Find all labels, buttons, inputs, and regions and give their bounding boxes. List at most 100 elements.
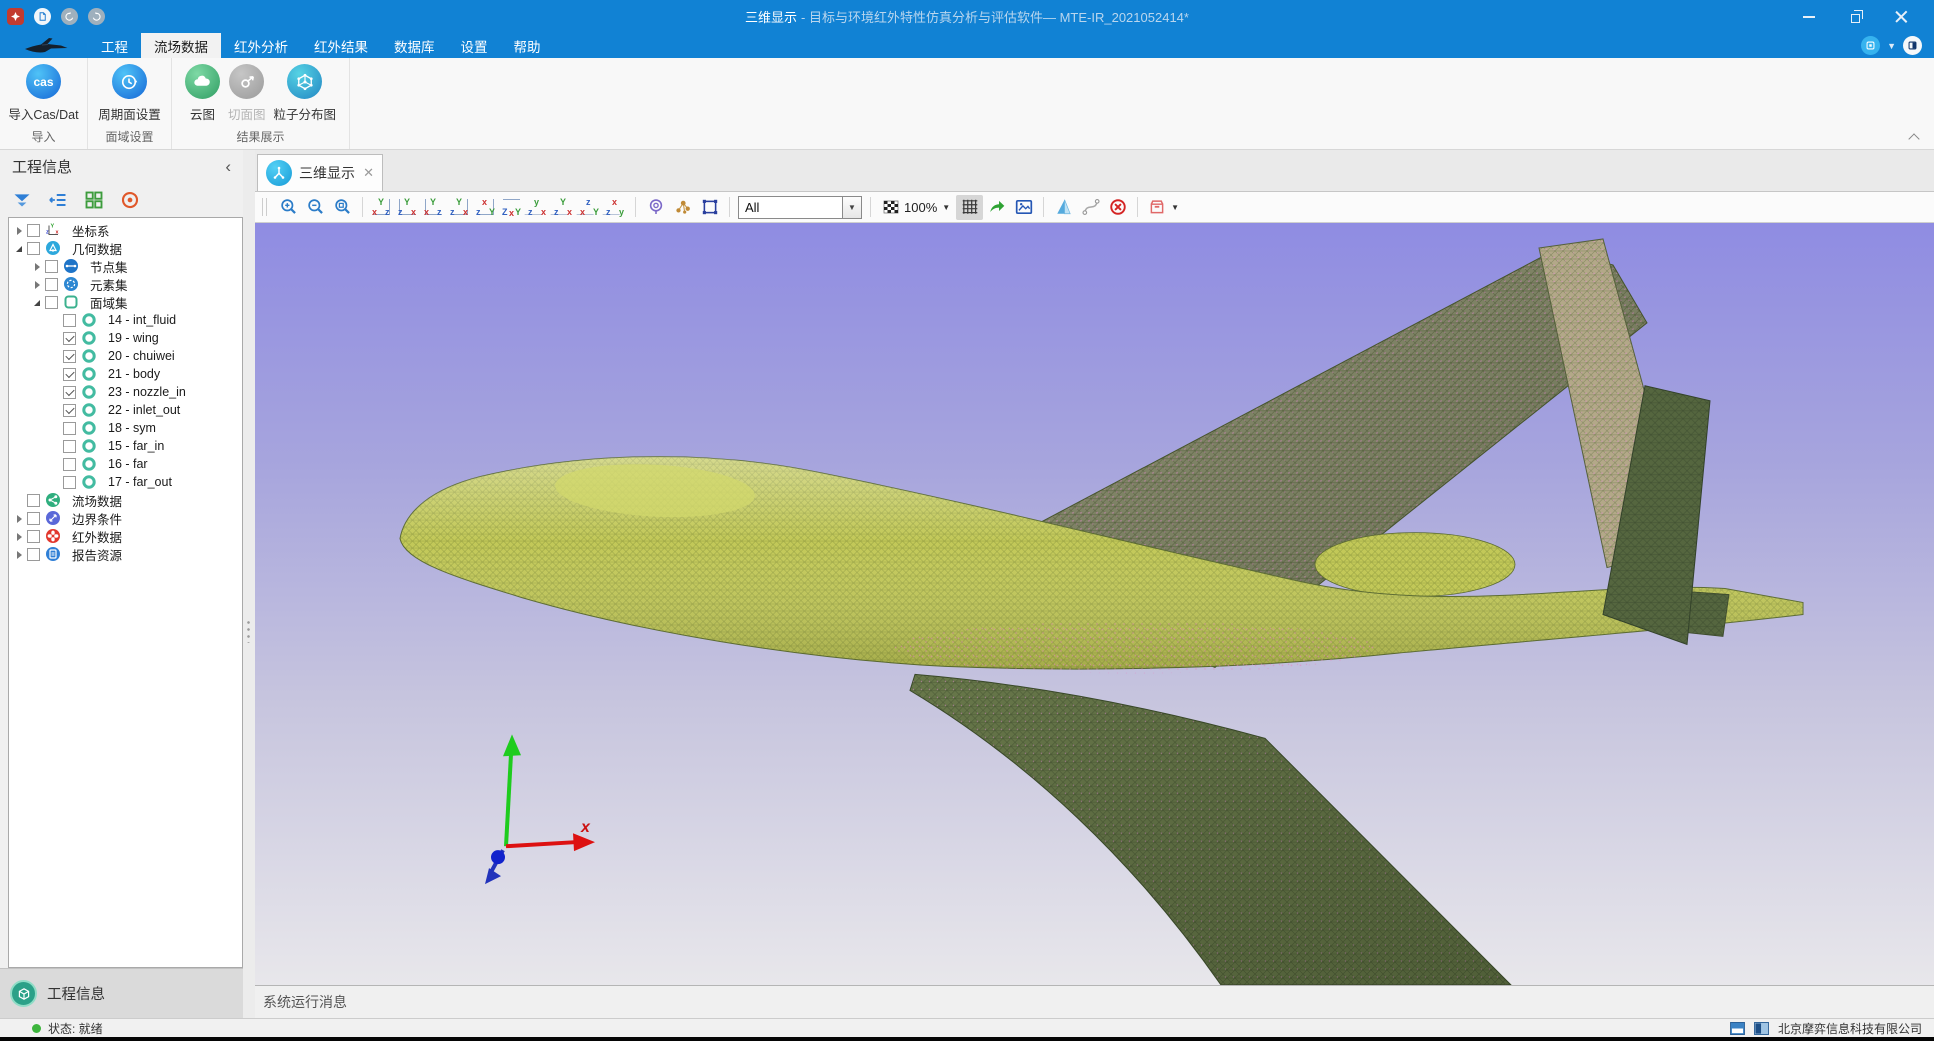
close-tab-icon[interactable]: ✕: [363, 165, 374, 181]
new-file-button[interactable]: [34, 8, 51, 25]
tree-checkbox[interactable]: [63, 422, 76, 435]
view-front-button[interactable]: Yxz: [369, 195, 395, 220]
tree-item-flow-field-data[interactable]: 流场数据: [9, 491, 242, 509]
tree-checkbox[interactable]: [63, 314, 76, 327]
tree-item-node-set[interactable]: 节点集: [9, 257, 242, 275]
tab-help[interactable]: 帮助: [501, 33, 554, 58]
window-layout-icon-1[interactable]: [1730, 1022, 1745, 1035]
tree-checkbox[interactable]: [27, 494, 40, 507]
view-left-button[interactable]: Yxz: [421, 195, 447, 220]
zoom-fit-button[interactable]: [329, 195, 356, 220]
tree-item-22-inlet-out[interactable]: 22 - inlet_out: [9, 401, 242, 419]
periodic-face-button[interactable]: 周期面设置: [94, 62, 165, 149]
tree-item-coordinate-system[interactable]: 坐标系: [9, 221, 242, 239]
maximize-button[interactable]: [1848, 9, 1862, 25]
view-top-button[interactable]: xzY: [473, 195, 499, 220]
import-cas-dat-button[interactable]: cas 导入Cas/Dat: [4, 62, 82, 149]
toolbar-drag-handle[interactable]: [262, 198, 267, 216]
chevron-down-icon[interactable]: ▼: [842, 197, 861, 218]
tree-item-19-wing[interactable]: 19 - wing: [9, 329, 242, 347]
panel-splitter[interactable]: [243, 150, 255, 1018]
mirror-view-button[interactable]: [1050, 195, 1077, 220]
tree-item-20-chuiwei[interactable]: 20 - chuiwei: [9, 347, 242, 365]
tree-expander-icon[interactable]: [14, 225, 25, 236]
tree-item-17-far-out[interactable]: 17 - far_out: [9, 473, 242, 491]
tab-ir-results[interactable]: 红外结果: [301, 33, 381, 58]
tree-item-21-body[interactable]: 21 - body: [9, 365, 242, 383]
expand-tree-button[interactable]: [46, 189, 69, 212]
view-right-button[interactable]: Yzx: [447, 195, 473, 220]
view-back-button[interactable]: Yzx: [395, 195, 421, 220]
section-box-button[interactable]: ▼: [1144, 198, 1183, 216]
panel-footer-tab[interactable]: 工程信息: [0, 968, 243, 1018]
tree-expander-icon[interactable]: [32, 279, 43, 290]
tree-checkbox[interactable]: [45, 278, 58, 291]
tree-item-boundary-conditions[interactable]: 边界条件: [9, 509, 242, 527]
tree-item-report-resources[interactable]: 报告资源: [9, 545, 242, 563]
clear-results-button[interactable]: [1104, 195, 1131, 220]
view-iso-4-button[interactable]: xzy: [603, 195, 629, 220]
zoom-in-button[interactable]: [275, 195, 302, 220]
tab-3d-view[interactable]: 三维显示 ✕: [257, 154, 383, 191]
tree-item-face-set[interactable]: 面域集: [9, 293, 242, 311]
filter-button[interactable]: [10, 189, 33, 212]
tree-checkbox[interactable]: [63, 458, 76, 471]
tree-expander-icon[interactable]: [14, 243, 25, 254]
tree-item-18-sym[interactable]: 18 - sym: [9, 419, 242, 437]
opacity-control[interactable]: 100%▼: [877, 199, 956, 215]
tree-checkbox[interactable]: [63, 350, 76, 363]
display-filter-combo[interactable]: All▼: [738, 196, 862, 219]
tree-item-infrared-data[interactable]: 红外数据: [9, 527, 242, 545]
tree-checkbox[interactable]: [45, 260, 58, 273]
app-icon[interactable]: [7, 8, 24, 25]
workspace-button[interactable]: [1861, 36, 1880, 55]
tree-item-16-far[interactable]: 16 - far: [9, 455, 242, 473]
particle-trace-button[interactable]: [669, 195, 696, 220]
tree-checkbox[interactable]: [63, 332, 76, 345]
group-view-button[interactable]: [82, 189, 105, 212]
export-view-button[interactable]: [983, 195, 1010, 220]
tree-checkbox[interactable]: [27, 530, 40, 543]
tree-item-element-set[interactable]: 元素集: [9, 275, 242, 293]
tree-checkbox[interactable]: [27, 242, 40, 255]
probe-button[interactable]: [642, 195, 669, 220]
viewport-3d[interactable]: x: [255, 223, 1934, 986]
view-bottom-button[interactable]: ZYx: [499, 195, 525, 220]
minimize-button[interactable]: [1802, 9, 1816, 25]
locate-button[interactable]: [118, 189, 141, 212]
tree-checkbox[interactable]: [63, 440, 76, 453]
tree-checkbox[interactable]: [27, 548, 40, 561]
tab-settings[interactable]: 设置: [448, 33, 501, 58]
tree-checkbox[interactable]: [45, 296, 58, 309]
tree-checkbox[interactable]: [63, 476, 76, 489]
collapse-ribbon-button[interactable]: [1908, 133, 1920, 141]
collapse-panel-button[interactable]: ‹: [225, 158, 231, 175]
view-iso-3-button[interactable]: zxY: [577, 195, 603, 220]
tree-expander-icon[interactable]: [14, 549, 25, 560]
tree-item-23-nozzle-in[interactable]: 23 - nozzle_in: [9, 383, 242, 401]
tab-flow-data[interactable]: 流场数据: [141, 33, 221, 58]
tree-checkbox[interactable]: [27, 512, 40, 525]
tree-expander-icon[interactable]: [32, 297, 43, 308]
redo-button[interactable]: [88, 8, 105, 25]
close-button[interactable]: [1894, 9, 1908, 25]
tree-item-15-far-in[interactable]: 15 - far_in: [9, 437, 242, 455]
tree-expander-icon[interactable]: [14, 531, 25, 542]
undo-button[interactable]: [61, 8, 78, 25]
tree-item-14-int-fluid[interactable]: 14 - int_fluid: [9, 311, 242, 329]
tab-database[interactable]: 数据库: [381, 33, 448, 58]
tab-project[interactable]: 工程: [88, 33, 141, 58]
view-iso-2-button[interactable]: Yzx: [551, 195, 577, 220]
tab-ir-analysis[interactable]: 红外分析: [221, 33, 301, 58]
tree-checkbox[interactable]: [63, 386, 76, 399]
snapshot-button[interactable]: [1010, 195, 1037, 220]
tree-item-geometry-data[interactable]: 几何数据: [9, 239, 242, 257]
tree-checkbox[interactable]: [63, 404, 76, 417]
view-iso-1-button[interactable]: yzx: [525, 195, 551, 220]
workspace-dropdown-arrow[interactable]: ▼: [1887, 41, 1896, 51]
layout-button[interactable]: [1903, 36, 1922, 55]
tree-checkbox[interactable]: [63, 368, 76, 381]
particle-distribution-button[interactable]: 粒子分布图: [270, 62, 341, 149]
slice-map-button[interactable]: 切面图: [224, 62, 270, 149]
path-curve-button[interactable]: [1077, 195, 1104, 220]
